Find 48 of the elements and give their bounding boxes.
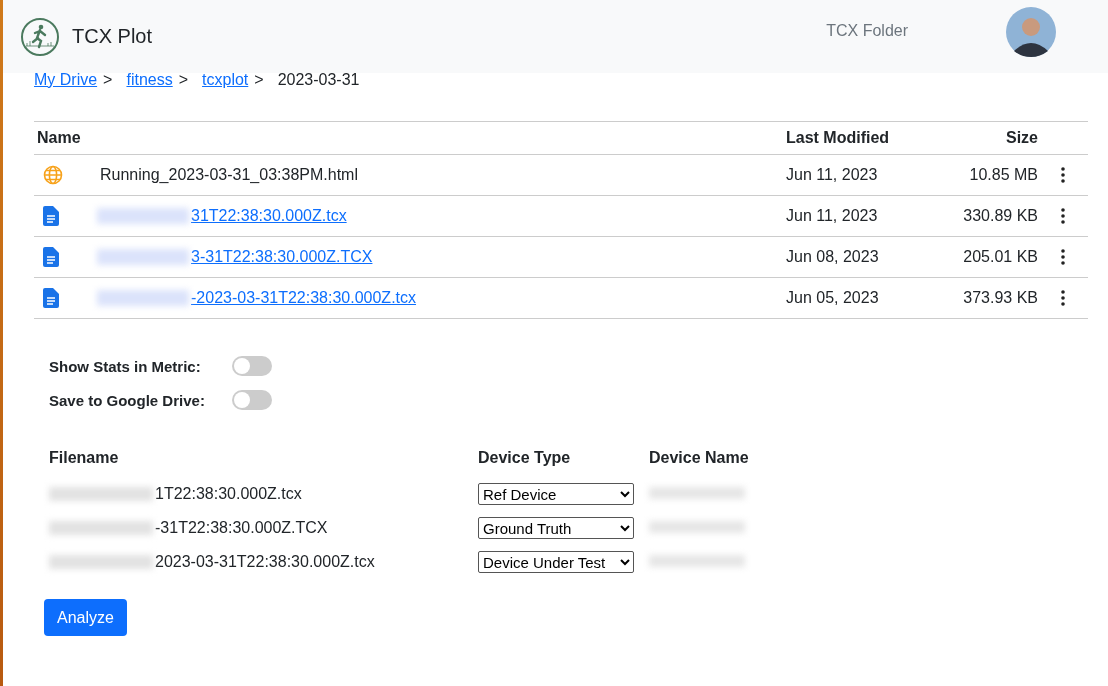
breadcrumb-separator: > xyxy=(254,71,264,89)
modified-date: Jun 11, 2023 xyxy=(786,166,879,184)
device-type-select[interactable]: Ref Device xyxy=(478,483,634,505)
document-icon xyxy=(43,288,59,308)
app-title: TCX Plot xyxy=(72,25,153,48)
more-options-icon[interactable] xyxy=(1061,249,1065,265)
column-header: Last Modified xyxy=(786,129,891,147)
file-link[interactable]: -2023-03-31T22:38:30.000Z.tcx xyxy=(191,289,417,307)
toggle-switch[interactable] xyxy=(232,356,272,376)
setting-label: Show Stats in Metric: xyxy=(49,357,202,375)
modified-date: Jun 05, 2023 xyxy=(786,289,880,307)
device-type-select[interactable]: Device Under Test xyxy=(478,551,634,573)
document-icon xyxy=(43,247,59,267)
file-size: 373.93 KB xyxy=(962,289,1038,307)
filename: 1T22:38:30.000Z.tcx xyxy=(155,485,302,503)
filename: -31T22:38:30.000Z.TCX xyxy=(155,519,328,537)
modified-date: Jun 08, 2023 xyxy=(786,248,880,266)
tcx-folder-link[interactable]: TCX Folder xyxy=(826,21,908,40)
breadcrumb-link[interactable]: tcxplot xyxy=(202,71,249,89)
file-size: 205.01 KB xyxy=(962,248,1038,266)
column-header: Device Name xyxy=(649,449,750,468)
file-link[interactable]: 3-31T22:38:30.000Z.TCX xyxy=(191,248,373,266)
more-options-icon[interactable] xyxy=(1061,290,1065,306)
file-link[interactable]: 31T22:38:30.000Z.tcx xyxy=(191,207,347,225)
filename: 2023-03-31T22:38:30.000Z.tcx xyxy=(155,553,375,571)
breadcrumb-current: 2023-03-31 xyxy=(277,71,360,89)
column-header: Name xyxy=(36,129,82,147)
modified-date: Jun 11, 2023 xyxy=(786,207,879,225)
analyze-button[interactable]: Analyze xyxy=(44,599,127,636)
setting-label: Save to Google Drive: xyxy=(49,391,206,409)
column-header: Size xyxy=(1005,129,1038,147)
device-type-select[interactable]: Ground Truth xyxy=(478,517,634,539)
breadcrumb-link[interactable]: fitness xyxy=(126,71,173,89)
breadcrumb-separator: > xyxy=(178,71,189,89)
more-options-icon[interactable] xyxy=(1061,167,1065,183)
breadcrumb-separator: > xyxy=(103,71,113,89)
avatar-icon[interactable] xyxy=(1006,6,1056,57)
column-header: Filename xyxy=(49,449,120,468)
globe-icon xyxy=(43,165,63,185)
file-name: Running_2023-03-31_03:38PM.html xyxy=(100,166,358,184)
breadcrumb-link[interactable]: My Drive xyxy=(34,71,98,89)
runner-logo-icon xyxy=(20,16,60,57)
toggle-switch[interactable] xyxy=(232,390,272,410)
file-size: 10.85 MB xyxy=(968,166,1038,184)
column-header: Device Type xyxy=(478,449,572,468)
more-options-icon[interactable] xyxy=(1061,208,1065,224)
document-icon xyxy=(43,206,59,226)
file-size: 330.89 KB xyxy=(962,207,1038,225)
